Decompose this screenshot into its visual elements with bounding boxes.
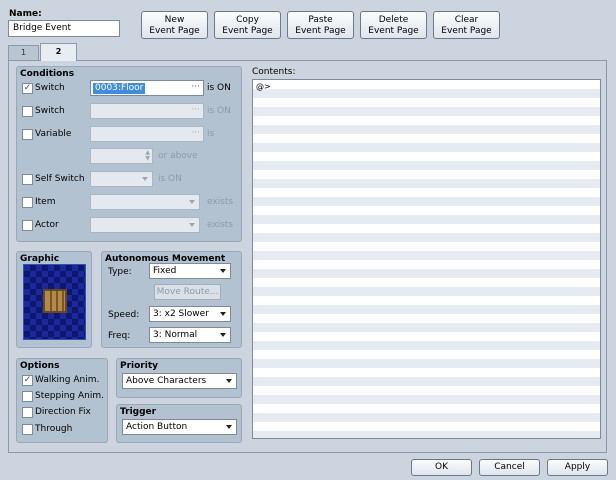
actor-checkbox[interactable] (22, 220, 33, 231)
self-switch-checkbox[interactable] (22, 174, 33, 185)
trigger-title: Trigger (120, 407, 157, 417)
speed-value: 3: x2 Slower (153, 309, 209, 319)
chevron-down-icon (226, 379, 232, 383)
item-checkbox[interactable] (22, 197, 33, 208)
actor-dropdown[interactable] (90, 217, 200, 233)
conditions-title: Conditions (20, 69, 75, 79)
trigger-select[interactable]: Action Button (122, 419, 237, 435)
movement-type-select[interactable]: Fixed (149, 263, 231, 279)
switch2-suffix: is ON (207, 106, 231, 116)
chevron-down-icon (220, 312, 226, 316)
priority-title: Priority (120, 361, 158, 371)
walking-anim-label: Walking Anim. (35, 375, 100, 385)
bridge-sprite-icon (43, 289, 67, 313)
clear-event-page-button[interactable]: Clear Event Page (433, 11, 500, 39)
switch1-checkbox[interactable]: ✓ (22, 83, 33, 94)
through-label: Through (35, 424, 73, 434)
movement-type-value: Fixed (153, 266, 177, 276)
through-checkbox[interactable] (22, 424, 33, 435)
tab-page-1[interactable]: 1 (8, 45, 39, 60)
freq-label: Freq: (108, 331, 131, 341)
chevron-down-icon (220, 269, 226, 273)
ok-button[interactable]: OK (411, 459, 472, 476)
variable-checkbox[interactable] (22, 129, 33, 140)
switch1-field[interactable]: 0003:Floor ··· (90, 80, 204, 96)
switch2-field[interactable]: ··· (90, 103, 204, 119)
delete-event-page-button[interactable]: Delete Event Page (360, 11, 427, 39)
freq-select[interactable]: 3: Normal (149, 327, 231, 343)
event-name-input[interactable]: Bridge Event (8, 20, 120, 37)
check-icon: ✓ (23, 375, 32, 385)
item-suffix: exists (207, 197, 234, 207)
check-icon: ✓ (23, 83, 32, 93)
ellipsis-icon[interactable]: ··· (191, 82, 200, 92)
walking-anim-checkbox[interactable]: ✓ (22, 375, 33, 386)
speed-select[interactable]: 3: x2 Slower (149, 306, 231, 322)
item-label: Item (35, 197, 56, 207)
priority-value: Above Characters (126, 376, 207, 386)
contents-first-line[interactable]: @> (256, 82, 271, 91)
switch2-checkbox[interactable] (22, 106, 33, 117)
copy-event-page-button[interactable]: Copy Event Page (214, 11, 281, 39)
apply-button[interactable]: Apply (547, 459, 608, 476)
options-box: Options ✓ Walking Anim. Stepping Anim. D… (16, 358, 108, 443)
cancel-button[interactable]: Cancel (479, 459, 540, 476)
self-switch-suffix: is ON (158, 174, 182, 184)
switch2-label: Switch (35, 106, 65, 116)
chevron-down-icon (189, 200, 195, 204)
switch1-suffix: is ON (207, 83, 231, 93)
self-switch-label: Self Switch (35, 174, 85, 184)
graphic-preview[interactable] (23, 264, 86, 340)
direction-fix-checkbox[interactable] (22, 407, 33, 418)
graphic-title: Graphic (20, 254, 60, 264)
self-switch-dropdown[interactable] (90, 171, 153, 187)
name-label: Name: (9, 9, 42, 19)
variable-suffix: is (207, 129, 215, 139)
trigger-value: Action Button (126, 422, 188, 432)
contents-list[interactable]: @> (252, 79, 601, 439)
type-label: Type: (108, 267, 132, 277)
stepping-anim-label: Stepping Anim. (35, 391, 104, 401)
direction-fix-label: Direction Fix (35, 407, 91, 417)
variable-compare-label: or above (158, 151, 198, 161)
freq-value: 3: Normal (153, 330, 198, 340)
priority-select[interactable]: Above Characters (122, 373, 237, 389)
spin-arrows-icon[interactable]: ▲ ▼ (145, 150, 150, 162)
conditions-box: Conditions ✓ Switch 0003:Floor ··· is ON… (16, 66, 242, 242)
actor-label: Actor (35, 220, 59, 230)
speed-label: Speed: (108, 310, 140, 320)
chevron-down-icon (226, 425, 232, 429)
chevron-down-icon (220, 333, 226, 337)
stepping-anim-checkbox[interactable] (22, 391, 33, 402)
actor-suffix: exists (207, 220, 234, 230)
variable-field[interactable]: ··· (90, 126, 204, 142)
switch1-value: 0003:Floor (93, 83, 146, 94)
item-dropdown[interactable] (90, 194, 200, 210)
contents-label: Contents: (252, 67, 296, 77)
ellipsis-icon[interactable]: ··· (191, 128, 200, 138)
move-route-button[interactable]: Move Route... (154, 284, 221, 300)
tab-page-2[interactable]: 2 (40, 43, 77, 61)
variable-label: Variable (35, 129, 72, 139)
chevron-down-icon (189, 223, 195, 227)
new-event-page-button[interactable]: New Event Page (141, 11, 208, 39)
paste-event-page-button[interactable]: Paste Event Page (287, 11, 354, 39)
chevron-down-icon (142, 177, 148, 181)
ellipsis-icon[interactable]: ··· (191, 105, 200, 115)
switch1-label: Switch (35, 83, 65, 93)
options-title: Options (20, 361, 60, 371)
variable-value-stepper[interactable]: ▲ ▼ (90, 148, 153, 164)
